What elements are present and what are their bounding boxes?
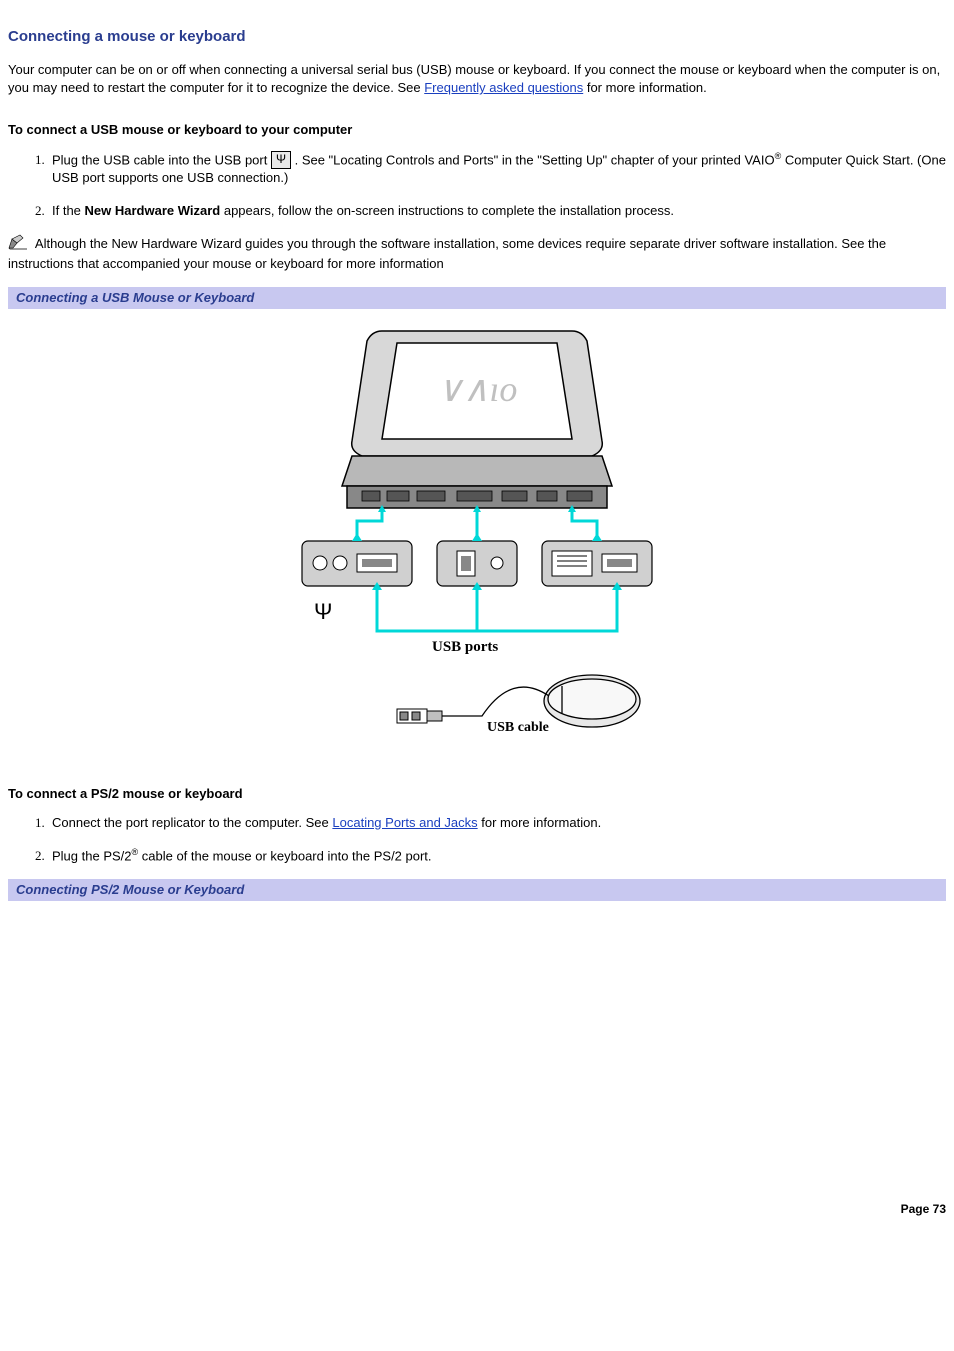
locating-ports-link[interactable]: Locating Ports and Jacks	[332, 815, 477, 830]
ps2-subheading: To connect a PS/2 mouse or keyboard	[8, 785, 946, 803]
new-hardware-wizard-label: New Hardware Wizard	[85, 203, 221, 218]
usb-steps-list: Plug the USB cable into the USB port Ψ .…	[8, 150, 946, 220]
list-item: If the New Hardware Wizard appears, foll…	[48, 202, 946, 220]
faq-link[interactable]: Frequently asked questions	[424, 80, 583, 95]
step-text: Connect the port replicator to the compu…	[52, 815, 332, 830]
intro-paragraph: Your computer can be on or off when conn…	[8, 61, 946, 97]
list-item: Plug the USB cable into the USB port Ψ .…	[48, 150, 946, 188]
step-text: for more information.	[478, 815, 602, 830]
svg-text:∨∧ıo: ∨∧ıo	[437, 369, 518, 409]
figure-usb-connection: ∨∧ıo	[262, 321, 692, 761]
usb-subheading: To connect a USB mouse or keyboard to yo…	[8, 121, 946, 139]
step-text: If the	[52, 203, 85, 218]
list-item: Plug the PS/2® cable of the mouse or key…	[48, 846, 946, 866]
svg-text:Ψ: Ψ	[314, 599, 332, 624]
intro-text-2: for more information.	[583, 80, 707, 95]
step-text: cable of the mouse or keyboard into the …	[138, 848, 431, 863]
usb-cable-label: USB cable	[487, 720, 549, 735]
step-text: appears, follow the on-screen instructio…	[220, 203, 674, 218]
page-title: Connecting a mouse or keyboard	[8, 26, 946, 47]
figure-1-caption: Connecting a USB Mouse or Keyboard	[8, 287, 946, 309]
step-text: Plug the PS/2	[52, 848, 132, 863]
usb-ports-label: USB ports	[432, 639, 498, 655]
note-text: Although the New Hardware Wizard guides …	[8, 236, 886, 271]
page-number: Page 73	[8, 1201, 946, 1218]
note-paragraph: Although the New Hardware Wizard guides …	[8, 234, 946, 273]
usb-icon: Ψ	[271, 151, 291, 169]
step-text: . See "Locating Controls and Ports" in t…	[295, 152, 775, 167]
step-text: Plug the USB cable into the USB port	[52, 152, 271, 167]
note-pencil-icon	[8, 234, 28, 255]
ps2-steps-list: Connect the port replicator to the compu…	[8, 814, 946, 866]
list-item: Connect the port replicator to the compu…	[48, 814, 946, 832]
figure-2-caption: Connecting PS/2 Mouse or Keyboard	[8, 879, 946, 901]
